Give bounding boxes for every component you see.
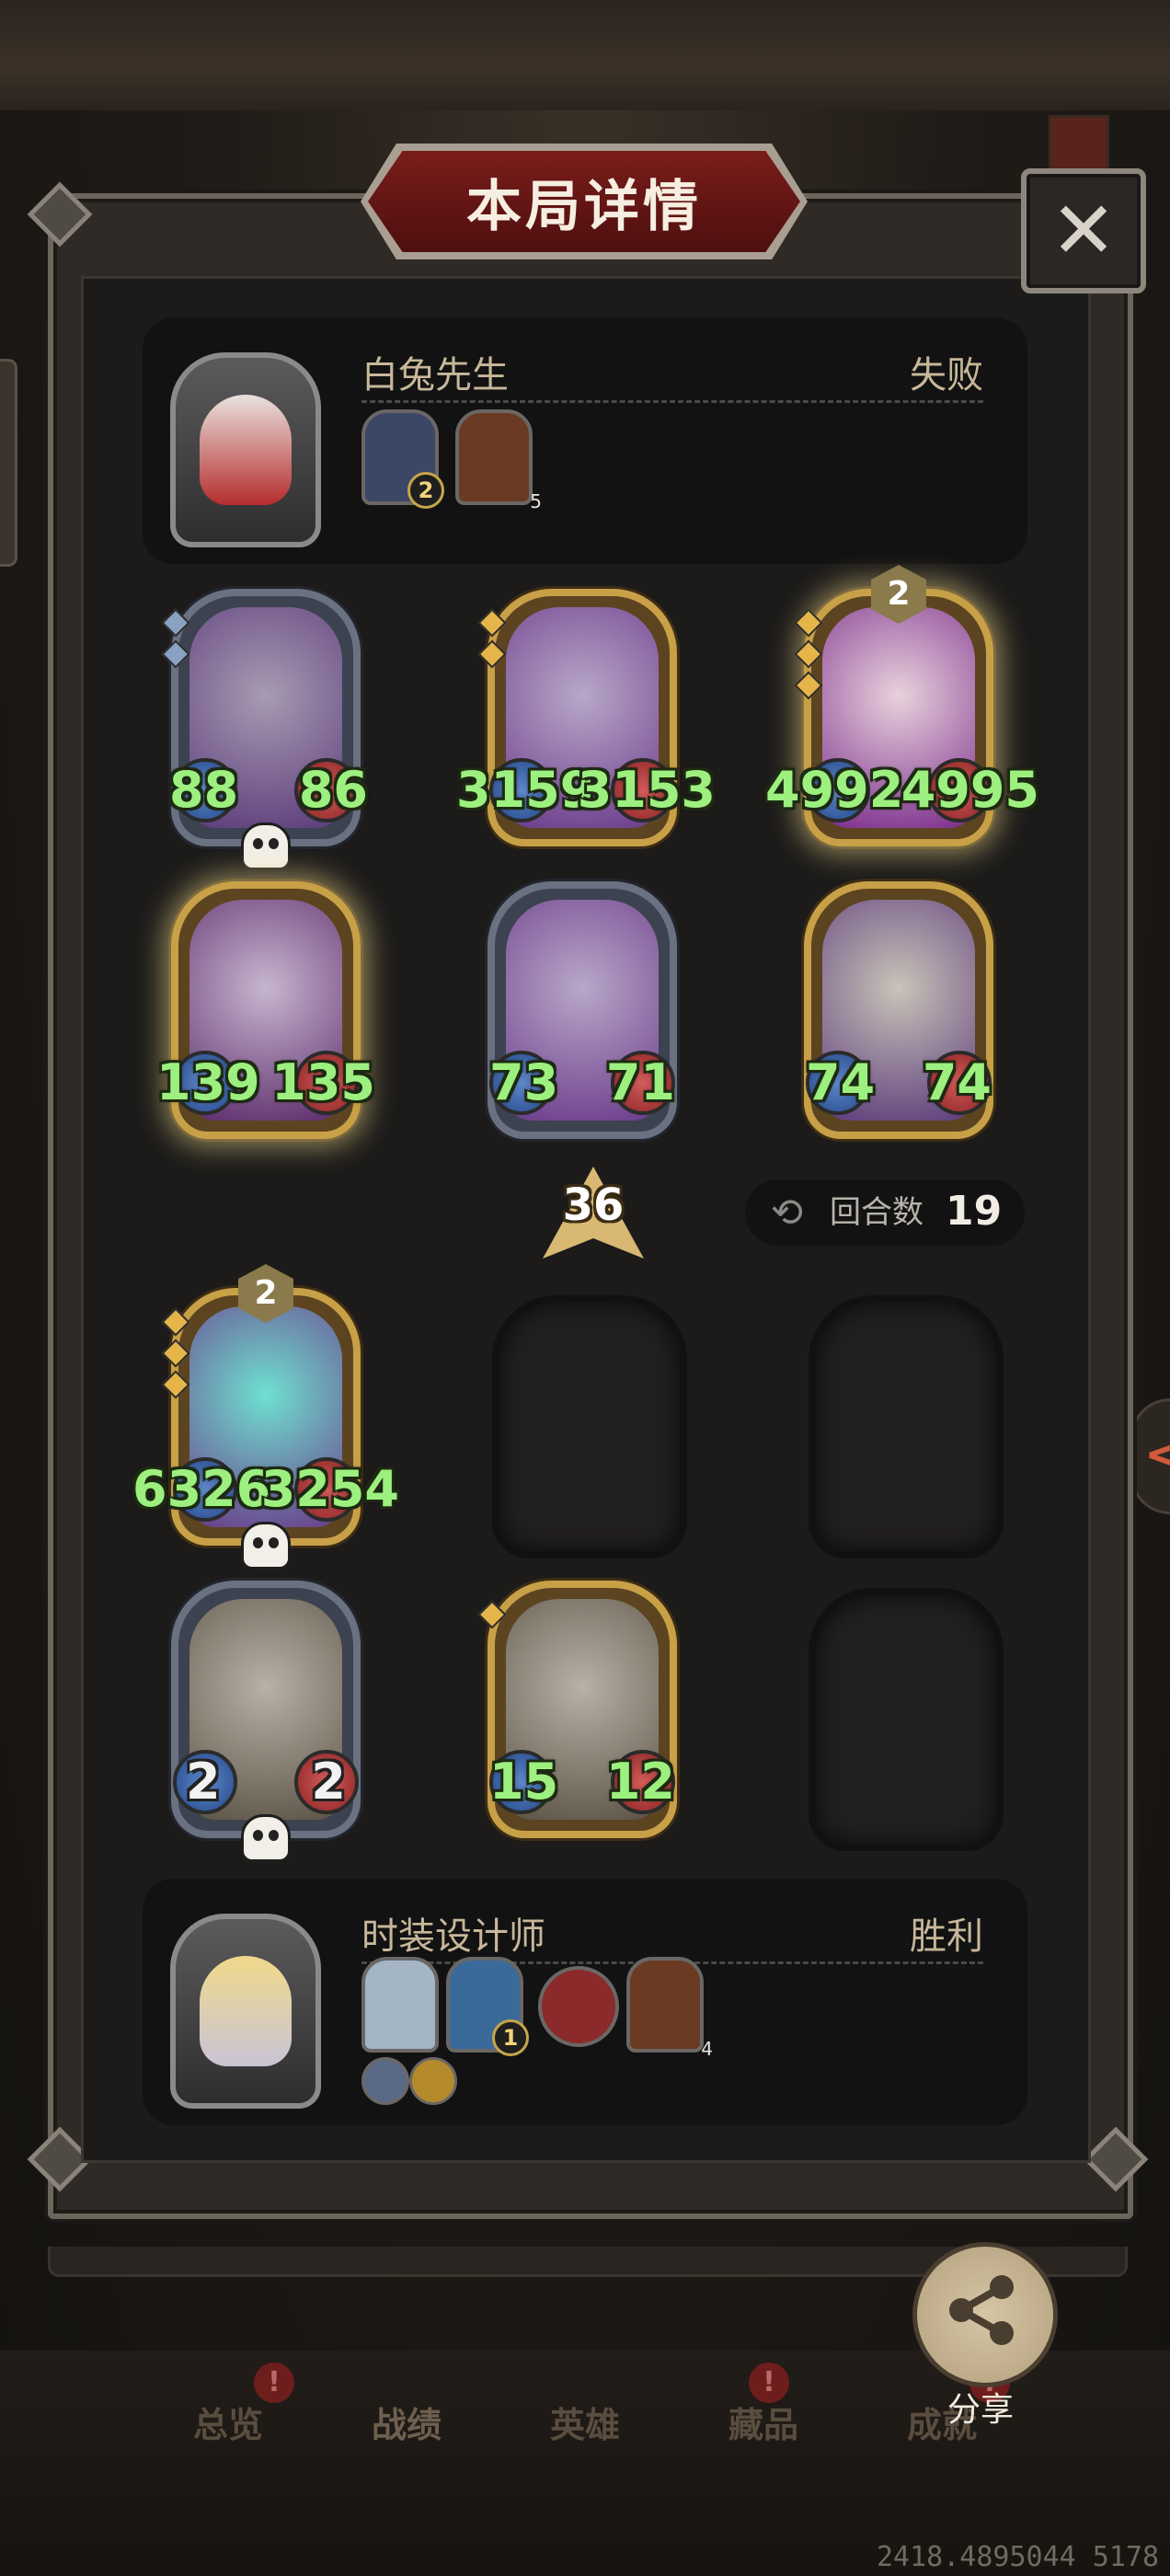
player-name: 白兔先生 [361, 354, 509, 397]
fashion-designer-hero-icon [200, 1956, 292, 2066]
unit-card[interactable]: 88 86 [161, 589, 368, 870]
artifact-level-badge: 2 [407, 472, 444, 509]
attack-value: 74 [806, 1053, 876, 1111]
health-value: 2 [311, 1753, 346, 1811]
rank-pips [794, 608, 823, 707]
nav-overview[interactable]: 总览 [164, 2397, 292, 2447]
unit-card[interactable]: 2 2 [171, 1581, 361, 1862]
house-icon[interactable]: 5 [455, 409, 542, 512]
round-label: 回合数 [830, 1194, 923, 1231]
page-title: 本局详情 [466, 174, 702, 239]
refresh-icon: ⟲ [771, 1190, 804, 1235]
chevron-left-icon: < [1144, 1427, 1170, 1482]
player-name: 时装设计师 [361, 1915, 545, 1958]
attack-value: 6326 [132, 1460, 271, 1518]
player-card-bottom: 时装设计师 胜利 1 4 [143, 1879, 1027, 2125]
unit-card[interactable]: 2 4992 4995 [765, 565, 1039, 846]
notification-badge: ! [254, 2363, 294, 2403]
rank-pips [477, 1600, 507, 1636]
hooded-figure-icon[interactable] [538, 1966, 619, 2047]
left-side-tab[interactable] [0, 359, 17, 567]
empty-slot [809, 1588, 1004, 1851]
tailor-mannequin-icon[interactable] [361, 1957, 439, 2053]
unit-card[interactable]: 15 12 [477, 1581, 677, 1838]
share-label: 分享 [946, 2391, 1014, 2429]
nav-record[interactable]: 战绩 [342, 2397, 471, 2447]
attack-value: 139 [156, 1053, 260, 1111]
rank-pips [161, 1307, 190, 1406]
skull-icon [241, 1814, 291, 1862]
blue-card-icon[interactable]: 1 [446, 1957, 529, 2056]
attack-value: 15 [489, 1753, 559, 1811]
round-counter: ⟲ 回合数 19 [745, 1179, 1025, 1246]
attack-value: 4992 [765, 761, 904, 819]
right-side-tab[interactable]: < [1130, 1398, 1170, 1514]
empty-slot [809, 1295, 1004, 1558]
nav-collection[interactable]: 藏品 [699, 2397, 828, 2447]
unit-card[interactable]: 2 6326 3254 [132, 1264, 399, 1570]
tavern-level: 36 [562, 1179, 625, 1231]
unit-card[interactable]: 73 71 [488, 881, 677, 1139]
attack-value: 3159 [456, 761, 595, 819]
health-value: 12 [605, 1753, 675, 1811]
attack-value: 2 [186, 1753, 221, 1811]
close-button[interactable]: ✕ [1021, 168, 1146, 293]
match-result: 胜利 [910, 1915, 983, 1958]
player-card-top: 白兔先生 失败 2 5 [143, 317, 1027, 564]
health-value: 135 [271, 1053, 375, 1111]
health-value: 4995 [900, 761, 1039, 819]
attack-value: 73 [489, 1053, 559, 1111]
match-result: 失败 [910, 354, 983, 397]
share-icon [949, 2275, 1014, 2345]
health-value: 3254 [260, 1460, 399, 1518]
health-value: 71 [605, 1053, 675, 1111]
attack-value: 88 [169, 761, 239, 819]
health-value: 74 [922, 1053, 992, 1111]
artifact-level-badge: 1 [492, 2019, 529, 2056]
wood-beam [0, 0, 1170, 110]
avatar[interactable] [170, 1914, 321, 2109]
house-icon[interactable]: 4 [626, 1957, 713, 2060]
divider [361, 400, 983, 403]
health-value: 3153 [577, 761, 716, 819]
golden-horse-icon[interactable] [409, 2057, 457, 2105]
rabbit-hero-icon [200, 395, 292, 505]
empty-slot [492, 1295, 687, 1558]
rank-pips [477, 608, 507, 675]
rank-pips [161, 608, 190, 675]
skull-icon [241, 1522, 291, 1570]
crossed-swords-icon[interactable] [361, 2057, 409, 2105]
house-count: 4 [701, 2038, 713, 2060]
unit-card[interactable]: 74 74 [804, 881, 993, 1139]
close-icon: ✕ [1050, 185, 1118, 277]
skull-icon [241, 822, 291, 870]
build-id: 2418.4895044 5178 [876, 2541, 1159, 2573]
clock-artifact-icon[interactable]: 2 [361, 409, 444, 509]
nav-heroes[interactable]: 英雄 [521, 2397, 649, 2447]
health-value: 86 [298, 761, 368, 819]
avatar[interactable] [170, 352, 321, 547]
unit-card[interactable]: 3159 3153 [456, 589, 716, 846]
round-value: 19 [946, 1188, 1003, 1235]
share-button[interactable] [912, 2242, 1058, 2387]
notification-badge: ! [749, 2363, 789, 2403]
house-count: 5 [530, 490, 542, 512]
unit-card[interactable]: 139 135 [156, 881, 375, 1139]
